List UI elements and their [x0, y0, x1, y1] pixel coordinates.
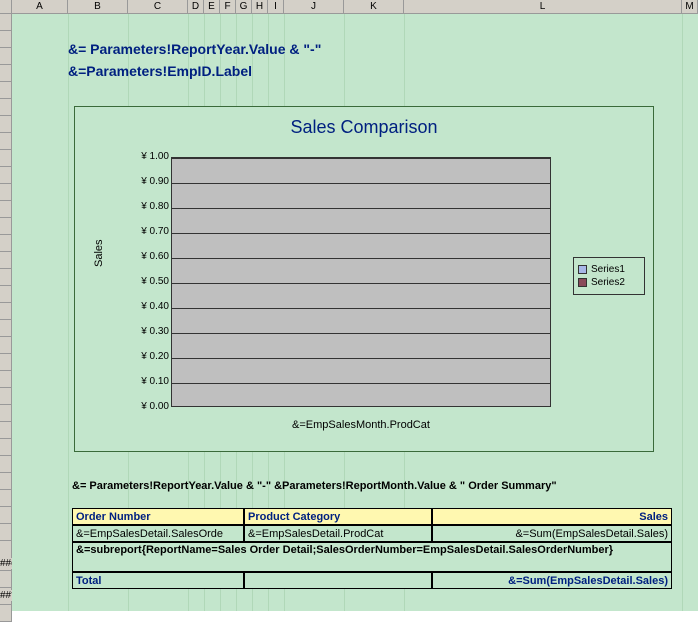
row-header[interactable]	[0, 65, 12, 82]
row-header[interactable]	[0, 286, 12, 303]
column-header-C[interactable]: C	[128, 0, 188, 13]
column-header-H[interactable]: H	[252, 0, 268, 13]
y-tick-label: ¥ 0.00	[121, 401, 169, 412]
row-header[interactable]	[0, 473, 12, 490]
table-row[interactable]: &=EmpSalesDetail.SalesOrde &=EmpSalesDet…	[72, 525, 672, 542]
row-header[interactable]	[0, 31, 12, 48]
header-sales[interactable]: Sales	[432, 508, 672, 525]
row-header[interactable]	[0, 571, 12, 588]
total-label[interactable]: Total	[72, 572, 244, 589]
legend-label-2: Series2	[591, 277, 625, 288]
row-header[interactable]	[0, 605, 12, 622]
y-tick-label: ¥ 1.00	[121, 151, 169, 162]
spreadsheet-grid[interactable]: ABCDEFGHIJKLM ##group{S ##footer &= Para…	[0, 0, 698, 611]
total-sales[interactable]: &=Sum(EmpSalesDetail.Sales)	[432, 572, 672, 589]
header-order-number[interactable]: Order Number	[72, 508, 244, 525]
row-header[interactable]	[0, 99, 12, 116]
row-header[interactable]	[0, 303, 12, 320]
corner-cell[interactable]	[0, 0, 12, 13]
y-tick-label: ¥ 0.90	[121, 176, 169, 187]
cell-sales[interactable]: &=Sum(EmpSalesDetail.Sales)	[432, 525, 672, 542]
row-header[interactable]	[0, 320, 12, 337]
row-header[interactable]	[0, 218, 12, 235]
report-title-block: &= Parameters!ReportYear.Value & "-" &=P…	[68, 38, 321, 82]
chart-container[interactable]: Sales Comparison Sales ¥ 0.00 ¥ 0.10 ¥ 0.2…	[74, 106, 654, 452]
column-header-B[interactable]: B	[68, 0, 128, 13]
legend-swatch-icon	[578, 265, 587, 274]
row-header[interactable]	[0, 337, 12, 354]
y-tick-label: ¥ 0.10	[121, 376, 169, 387]
row-header[interactable]	[0, 235, 12, 252]
y-tick-label: ¥ 0.80	[121, 201, 169, 212]
row-header[interactable]	[0, 167, 12, 184]
chart-legend[interactable]: Series1 Series2	[573, 257, 645, 295]
row-header[interactable]	[0, 14, 12, 31]
row-header[interactable]	[0, 82, 12, 99]
y-tick-label: ¥ 0.20	[121, 351, 169, 362]
y-tick-label: ¥ 0.40	[121, 301, 169, 312]
plot-area[interactable]	[171, 157, 551, 407]
subreport-cell[interactable]: &=subreport{ReportName=Sales Order Detai…	[72, 542, 672, 572]
column-header-I[interactable]: I	[268, 0, 284, 13]
sheet-area[interactable]: &= Parameters!ReportYear.Value & "-" &=P…	[12, 14, 698, 611]
y-axis-label: Sales	[93, 239, 105, 267]
table-header-row: Order Number Product Category Sales	[72, 508, 672, 525]
column-header-G[interactable]: G	[236, 0, 252, 13]
row-header[interactable]	[0, 524, 12, 541]
row-header[interactable]	[0, 490, 12, 507]
cell-order-number[interactable]: &=EmpSalesDetail.SalesOrde	[72, 525, 244, 542]
row-header[interactable]	[0, 388, 12, 405]
row-header[interactable]	[0, 133, 12, 150]
order-summary-table[interactable]: Order Number Product Category Sales &=Em…	[72, 508, 672, 589]
row-header[interactable]	[0, 456, 12, 473]
row-header[interactable]	[0, 184, 12, 201]
row-header[interactable]	[0, 354, 12, 371]
column-header-row: ABCDEFGHIJKLM	[0, 0, 698, 14]
y-tick-label: ¥ 0.60	[121, 251, 169, 262]
row-header-strip	[0, 14, 12, 622]
header-product-category[interactable]: Product Category	[244, 508, 432, 525]
y-tick-labels: ¥ 0.00 ¥ 0.10 ¥ 0.20 ¥ 0.30 ¥ 0.40 ¥ 0.50 ¥ 0.…	[121, 151, 169, 413]
y-tick-label: ¥ 0.30	[121, 326, 169, 337]
column-header-J[interactable]: J	[284, 0, 344, 13]
row-header[interactable]	[0, 48, 12, 65]
y-tick-label: ¥ 0.70	[121, 226, 169, 237]
column-header-E[interactable]: E	[204, 0, 220, 13]
y-tick-label: ¥ 0.50	[121, 276, 169, 287]
table-total-row: Total &=Sum(EmpSalesDetail.Sales)	[72, 572, 672, 589]
row-header[interactable]	[0, 201, 12, 218]
chart-title: Sales Comparison	[75, 117, 653, 138]
column-header-F[interactable]: F	[220, 0, 236, 13]
row-header[interactable]	[0, 507, 12, 524]
cell-product-category[interactable]: &=EmpSalesDetail.ProdCat	[244, 525, 432, 542]
column-header-L[interactable]: L	[404, 0, 682, 13]
row-header[interactable]	[0, 405, 12, 422]
row-header[interactable]	[0, 269, 12, 286]
row-header[interactable]	[0, 371, 12, 388]
legend-item-1: Series1	[578, 264, 640, 275]
row-header[interactable]	[0, 439, 12, 456]
total-empty[interactable]	[244, 572, 432, 589]
title-line-1: &= Parameters!ReportYear.Value & "-"	[68, 38, 321, 60]
summary-title: &= Parameters!ReportYear.Value & "-" &Pa…	[72, 480, 557, 492]
column-header-A[interactable]: A	[12, 0, 68, 13]
legend-label-1: Series1	[591, 264, 625, 275]
title-line-2: &=Parameters!EmpID.Label	[68, 60, 321, 82]
row-header[interactable]	[0, 252, 12, 269]
table-subreport-row[interactable]: &=subreport{ReportName=Sales Order Detai…	[72, 542, 672, 572]
x-axis-label: &=EmpSalesMonth.ProdCat	[171, 419, 551, 431]
column-header-D[interactable]: D	[188, 0, 204, 13]
row-header[interactable]	[0, 116, 12, 133]
row-header[interactable]	[0, 422, 12, 439]
row-header[interactable]	[0, 150, 12, 167]
legend-item-2: Series2	[578, 277, 640, 288]
column-header-M[interactable]: M	[682, 0, 698, 13]
legend-swatch-icon	[578, 278, 587, 287]
column-header-K[interactable]: K	[344, 0, 404, 13]
